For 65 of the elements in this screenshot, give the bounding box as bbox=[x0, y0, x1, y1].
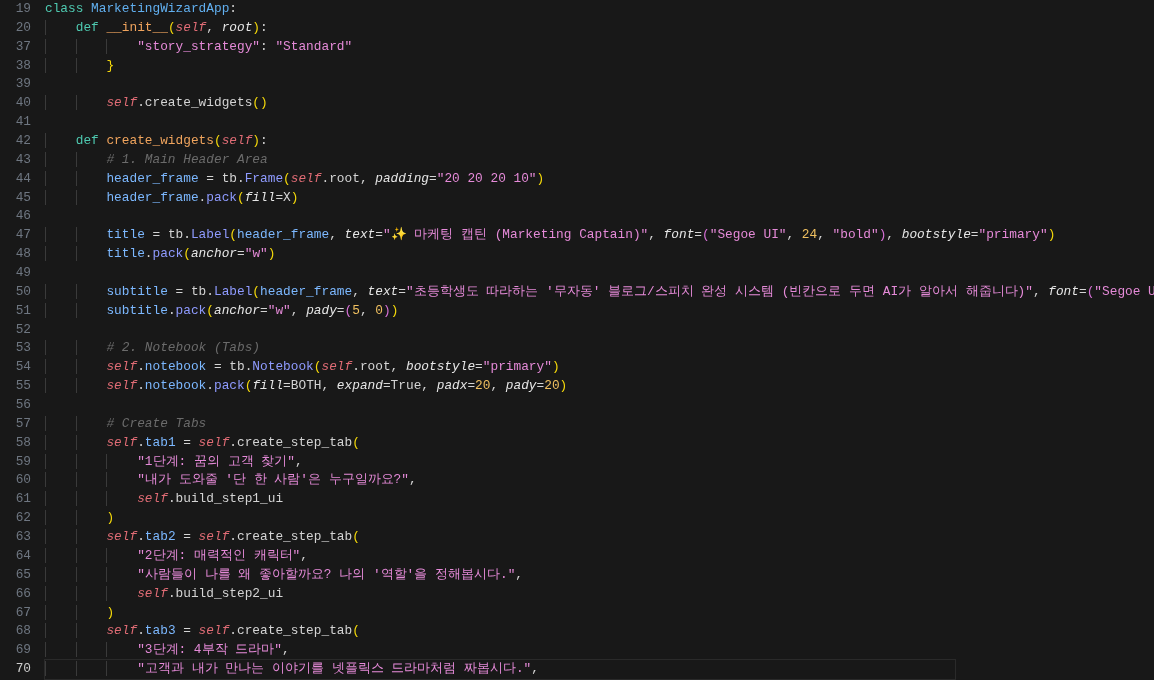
line-number: 43 bbox=[14, 150, 31, 169]
line-number: 47 bbox=[14, 226, 31, 245]
line-number: 54 bbox=[14, 358, 31, 377]
line-number: 45 bbox=[14, 188, 31, 207]
line-number: 57 bbox=[14, 414, 31, 433]
code-line: title = tb.Label(header_frame, text="✨ 마케팅 캡틴 (Marketing Captain)", font=("Segoe UI", 24, "bold"), bootstyle="primary") bbox=[45, 226, 1056, 246]
line-number: 62 bbox=[14, 509, 31, 528]
line-number: 51 bbox=[14, 301, 31, 320]
code-line: self.tab1 = self.create_step_tab( bbox=[45, 433, 360, 453]
line-number: 58 bbox=[14, 433, 31, 452]
code-line: self.tab3 = self.create_step_tab( bbox=[45, 622, 360, 642]
line-number: 50 bbox=[14, 282, 31, 301]
code-line: "story_strategy": "Standard" bbox=[45, 37, 353, 57]
code-line: subtitle = tb.Label(header_frame, text="초등학생도 따라하는 '무자동' 블로그/스피치 완성 시스템 (빈칸으로 두면 AI가 알아서 해줍니다)", font=("Segoe U bbox=[45, 282, 1154, 302]
line-number: 40 bbox=[14, 94, 31, 113]
code-line: # 1. Main Header Area bbox=[45, 150, 268, 170]
code-line: "고객과 내가 만나는 이야기를 넷플릭스 드라마처럼 짜봅시다.", bbox=[45, 660, 955, 679]
code-line: title.pack(anchor="w") bbox=[45, 245, 276, 265]
line-number: 65 bbox=[14, 565, 31, 584]
code-line: def create_widgets(self): bbox=[45, 132, 268, 151]
line-number: 56 bbox=[14, 396, 31, 415]
code-line: def __init__(self, root): bbox=[45, 18, 268, 38]
code-line: self.build_step1_ui bbox=[45, 490, 284, 510]
code-line: "1단계: 꿈의 고객 찾기", bbox=[45, 452, 303, 472]
line-number: 60 bbox=[14, 471, 31, 490]
code-line: # 2. Notebook (Tabs) bbox=[45, 339, 261, 359]
line-number: 38 bbox=[14, 56, 31, 75]
code-line: } bbox=[45, 56, 115, 76]
code-line: "2단계: 매력적인 캐릭터", bbox=[45, 546, 308, 566]
code-line: "3단계: 4부작 드라마", bbox=[45, 641, 290, 661]
code-line: self.create_widgets() bbox=[45, 94, 268, 114]
code-line: "사람들이 나를 왜 좋아할까요? 나의 '역할'을 정해봅시다.", bbox=[45, 565, 523, 585]
code-line: self.tab2 = self.create_step_tab( bbox=[45, 528, 360, 547]
line-number: 64 bbox=[14, 546, 31, 565]
line-number: 55 bbox=[14, 377, 31, 396]
line-number: 53 bbox=[14, 339, 31, 358]
code-line: self.notebook.pack(fill=BOTH, expand=True, padx=20, pady=20) bbox=[45, 377, 568, 397]
line-number: 20 bbox=[14, 18, 31, 37]
line-number: 70 bbox=[14, 660, 31, 679]
code-line: header_frame = tb.Frame(self.root, padding="20 20 20 10") bbox=[45, 169, 545, 189]
line-number: 52 bbox=[14, 320, 31, 339]
line-number: 59 bbox=[14, 452, 31, 471]
line-number: 49 bbox=[14, 264, 31, 283]
line-number: 41 bbox=[14, 113, 31, 132]
code-line: subtitle.pack(anchor="w", pady=(5, 0)) bbox=[45, 301, 399, 321]
code-line: class MarketingWizardApp: bbox=[45, 0, 237, 18]
line-number: 66 bbox=[14, 584, 31, 603]
line-number: 42 bbox=[14, 132, 31, 150]
line-number: 68 bbox=[14, 622, 31, 641]
code-line: "내가 도와줄 '단 한 사람'은 누구일까요?", bbox=[45, 471, 417, 491]
line-number: 69 bbox=[14, 641, 31, 660]
line-number: 44 bbox=[14, 169, 31, 188]
code-line: # Create Tabs bbox=[45, 414, 207, 434]
code-line: header_frame.pack(fill=X) bbox=[45, 188, 299, 208]
line-number: 46 bbox=[14, 207, 31, 226]
line-number: 19 bbox=[14, 0, 31, 18]
line-number: 67 bbox=[14, 603, 31, 622]
line-number: 61 bbox=[14, 490, 31, 509]
line-number: 63 bbox=[14, 528, 31, 547]
line-number: 37 bbox=[14, 37, 31, 56]
code-line: ) bbox=[45, 603, 115, 623]
code-line: self.build_step2_ui bbox=[45, 584, 284, 604]
line-number: 48 bbox=[14, 245, 31, 264]
line-number: 39 bbox=[14, 75, 31, 94]
code-line: self.notebook = tb.Notebook(self.root, bootstyle="primary") bbox=[45, 358, 560, 378]
